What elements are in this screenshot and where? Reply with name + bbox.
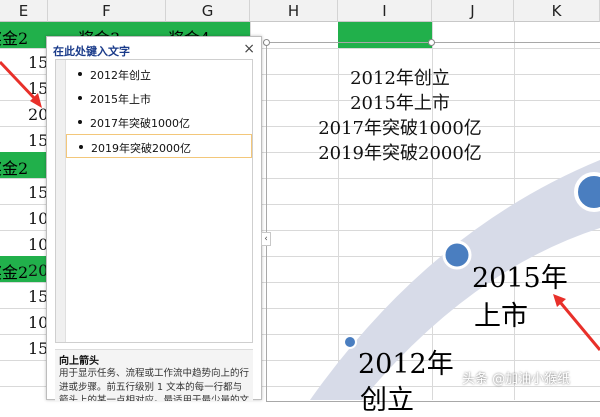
label-2015-text: 上市 (474, 301, 528, 332)
text-pane-list[interactable]: 2012年创立 2015年上市 2017年突破1000亿 2019年突破2000… (55, 59, 253, 343)
smartart-line-2: 2015年上市 (350, 93, 450, 114)
label-2012-text: 创立 (360, 385, 414, 416)
bullet-icon (79, 145, 83, 149)
layout-description: 向上箭头 用于显示任务、流程或工作流中趋势向上的行进或步骤。前五行级别 1 文本… (55, 349, 253, 401)
layout-description-body: 用于显示任务、流程或工作流中趋势向上的行进或步骤。前五行级别 1 文本的每一行都… (59, 368, 250, 401)
label-2012-year: 2012年 (358, 349, 454, 380)
resize-handle-top-left[interactable] (263, 39, 270, 46)
text-pane-item-label: 2015年上市 (90, 93, 151, 106)
watermark: 头条 @加油小猴纸 (462, 372, 571, 387)
text-pane-item-2[interactable]: 2015年上市 (66, 86, 252, 110)
smartart-line-3: 2017年突破1000亿 (318, 118, 482, 139)
layout-description-title: 向上箭头 (59, 356, 99, 367)
bullet-icon (78, 96, 82, 100)
text-pane-item-3[interactable]: 2017年突破1000亿 (66, 110, 252, 134)
text-pane-item-4[interactable]: 2019年突破2000亿 (66, 134, 252, 158)
red-arrow-left (0, 60, 42, 108)
label-2015-year: 2015年 (472, 263, 568, 294)
resize-handle-top-middle[interactable] (428, 39, 435, 46)
collapse-pane-icon[interactable]: ‹ (261, 232, 271, 246)
text-pane-item-label: 2012年创立 (90, 69, 151, 82)
smartart-line-1: 2012年创立 (350, 68, 450, 89)
text-pane-title: 在此处键入文字 (53, 45, 130, 58)
smartart-text-pane[interactable]: 在此处键入文字 × 2012年创立 2015年上市 2017年突破1000亿 2… (46, 36, 262, 401)
smartart-line-4: 2019年突破2000亿 (318, 143, 482, 164)
text-pane-item-1[interactable]: 2012年创立 (66, 62, 252, 86)
bullet-icon (78, 120, 82, 124)
bullet-icon (78, 72, 82, 76)
smartart-textbox[interactable]: 2012年创立 2015年上市 2017年突破1000亿 2019年突破2000… (300, 64, 500, 174)
text-pane-item-label: 2019年突破2000亿 (91, 142, 191, 155)
close-icon[interactable]: × (243, 41, 255, 57)
text-pane-item-label: 2017年突破1000亿 (90, 117, 190, 130)
